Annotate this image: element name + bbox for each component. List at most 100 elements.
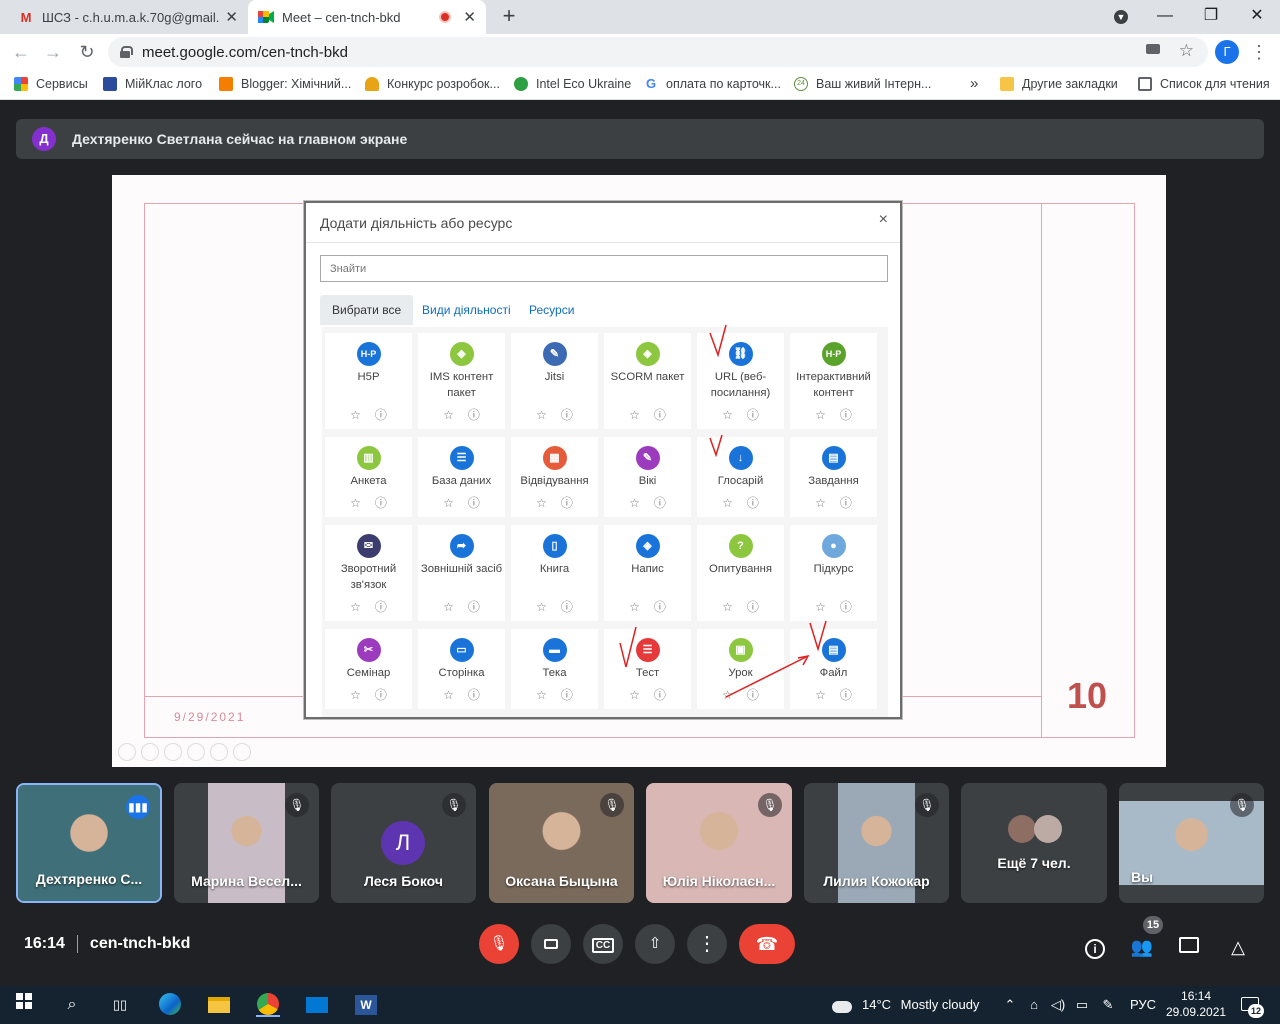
- word-icon[interactable]: W: [354, 993, 378, 1017]
- activity-card[interactable]: ▭ Сторінка ☆ⓘ: [418, 629, 505, 709]
- camera-toggle-button[interactable]: [531, 924, 571, 964]
- url-field[interactable]: meet.google.com/cen-tnch-bkd ☆: [108, 37, 1208, 67]
- activity-card[interactable]: ✉ Зворотний зв'язок ☆ⓘ: [325, 525, 412, 621]
- favourite-and-info-icons[interactable]: ☆ⓘ: [511, 599, 598, 615]
- activity-card[interactable]: ▯ Книга ☆ⓘ: [511, 525, 598, 621]
- windows-start-icon[interactable]: [12, 993, 36, 1017]
- favourite-and-info-icons[interactable]: ☆ⓘ: [325, 687, 412, 703]
- bookmarks-overflow-icon[interactable]: »: [970, 75, 978, 92]
- presentation-stage[interactable]: 9/29/2021 10 Додати діяльність або ресур…: [112, 175, 1166, 767]
- participant-tile[interactable]: 🎙 Юлія Ніколаєн...: [646, 783, 792, 903]
- activity-card[interactable]: H-P Інтерактивний контент ☆ⓘ: [790, 333, 877, 429]
- favourite-and-info-icons[interactable]: ☆ⓘ: [511, 495, 598, 511]
- other-bookmarks[interactable]: Другие закладки: [1000, 77, 1118, 91]
- self-view-tile[interactable]: 🎙 Вы: [1119, 783, 1264, 903]
- close-window-icon[interactable]: ✕: [1244, 4, 1270, 28]
- network-icon[interactable]: ▭: [1070, 993, 1094, 1017]
- favourite-and-info-icons[interactable]: ☆ⓘ: [697, 687, 784, 703]
- participant-tile[interactable]: Л 🎙 Леся Бокоч: [331, 783, 476, 903]
- tab-activities[interactable]: Види діяльності: [410, 295, 523, 325]
- reload-icon[interactable]: ↻: [76, 41, 98, 63]
- activity-card[interactable]: ✎ Jitsi ☆ⓘ: [511, 333, 598, 429]
- onedrive-icon[interactable]: ⌂: [1022, 993, 1046, 1017]
- favourite-and-info-icons[interactable]: ☆ⓘ: [604, 407, 691, 423]
- activity-card[interactable]: ▬ Тека ☆ⓘ: [511, 629, 598, 709]
- participant-tile[interactable]: ▮▮▮ Дехтяренко С...: [16, 783, 162, 903]
- prev-slide-icon[interactable]: [118, 743, 136, 761]
- menu-icon[interactable]: ⋮: [1248, 41, 1270, 63]
- tab-resources[interactable]: Ресурси: [517, 295, 586, 325]
- activity-card[interactable]: ☰ Тест ☆ⓘ: [604, 629, 691, 709]
- close-tab-icon[interactable]: ✕: [463, 8, 476, 26]
- favourite-and-info-icons[interactable]: ☆ⓘ: [325, 495, 412, 511]
- tab-search-icon[interactable]: ▼: [1108, 4, 1134, 28]
- edge-icon[interactable]: [158, 993, 182, 1017]
- leave-call-button[interactable]: ☎: [739, 924, 795, 964]
- people-icon[interactable]: 👥: [1130, 935, 1154, 959]
- meeting-info-icon[interactable]: i: [1083, 935, 1107, 959]
- bookmark-myclass[interactable]: МійКлас лого: [103, 77, 202, 91]
- favourite-and-info-icons[interactable]: ☆ⓘ: [790, 599, 877, 615]
- profile-avatar[interactable]: Г: [1215, 40, 1239, 64]
- tab-all[interactable]: Вибрати все: [320, 295, 414, 325]
- back-icon[interactable]: ←: [10, 41, 32, 63]
- activity-card[interactable]: ▥ Анкета ☆ⓘ: [325, 437, 412, 517]
- activity-card[interactable]: ⛓ URL (веб-посилання) ☆ⓘ: [697, 333, 784, 429]
- speaker-icon[interactable]: ◁): [1046, 993, 1070, 1017]
- new-tab-button[interactable]: +: [498, 5, 520, 28]
- close-tab-icon[interactable]: ✕: [225, 8, 238, 26]
- restore-icon[interactable]: ❐: [1198, 4, 1224, 28]
- activity-card[interactable]: ▤ Завдання ☆ⓘ: [790, 437, 877, 517]
- camera-icon[interactable]: [1146, 44, 1160, 54]
- activity-card[interactable]: ✎ Вікі ☆ⓘ: [604, 437, 691, 517]
- mic-toggle-button[interactable]: 🎙: [479, 924, 519, 964]
- activity-card[interactable]: ◈ Напис ☆ⓘ: [604, 525, 691, 621]
- favourite-and-info-icons[interactable]: ☆ⓘ: [697, 599, 784, 615]
- favourite-and-info-icons[interactable]: ☆ⓘ: [418, 687, 505, 703]
- activity-card[interactable]: ? Опитування ☆ⓘ: [697, 525, 784, 621]
- favourite-and-info-icons[interactable]: ☆ⓘ: [418, 407, 505, 423]
- present-button[interactable]: ⇧: [635, 924, 675, 964]
- participant-tile[interactable]: 🎙 Оксана Быцына: [489, 783, 634, 903]
- favourite-and-info-icons[interactable]: ☆ⓘ: [790, 407, 877, 423]
- slides-grid-icon[interactable]: [187, 743, 205, 761]
- bookmark-services[interactable]: Сервисы: [14, 77, 88, 91]
- participant-tile[interactable]: 🎙 Марина Весел...: [174, 783, 319, 903]
- weather-widget[interactable]: 14°C Mostly cloudy: [862, 997, 979, 1012]
- chat-icon[interactable]: [1177, 935, 1201, 959]
- favourite-and-info-icons[interactable]: ☆ⓘ: [604, 687, 691, 703]
- activity-card[interactable]: ☰ База даних ☆ⓘ: [418, 437, 505, 517]
- favourite-and-info-icons[interactable]: ☆ⓘ: [325, 407, 412, 423]
- favourite-and-info-icons[interactable]: ☆ⓘ: [604, 599, 691, 615]
- dialog-close-icon[interactable]: ×: [879, 211, 888, 229]
- activity-card[interactable]: ✂ Семінар ☆ⓘ: [325, 629, 412, 709]
- tab-gmail[interactable]: M ШСЗ - c.h.u.m.a.k.70g@gmail.com ✕: [8, 0, 248, 34]
- pen-icon[interactable]: [164, 743, 182, 761]
- chevron-up-icon[interactable]: ⌃: [998, 993, 1022, 1017]
- activity-card[interactable]: ▤ Файл ☆ⓘ: [790, 629, 877, 709]
- bookmark-contest[interactable]: Конкурс розробок...: [365, 77, 500, 91]
- zoom-icon[interactable]: [210, 743, 228, 761]
- bookmark-payment[interactable]: G оплата по карточк...: [644, 77, 781, 91]
- activity-card[interactable]: H-P H5P ☆ⓘ: [325, 333, 412, 429]
- favourite-and-info-icons[interactable]: ☆ⓘ: [511, 407, 598, 423]
- activity-card[interactable]: ◈ SCORM пакет ☆ⓘ: [604, 333, 691, 429]
- favourite-and-info-icons[interactable]: ☆ⓘ: [604, 495, 691, 511]
- favourite-and-info-icons[interactable]: ☆ⓘ: [511, 687, 598, 703]
- more-participants-tile[interactable]: Ещё 7 чел.: [961, 783, 1107, 903]
- bookmark-internet[interactable]: 24 Ваш живий Інтерн...: [794, 77, 931, 91]
- minimize-icon[interactable]: —: [1152, 4, 1178, 28]
- activities-icon[interactable]: △: [1226, 935, 1250, 959]
- language-indicator[interactable]: РУС: [1130, 997, 1156, 1012]
- search-icon[interactable]: ⌕: [60, 993, 84, 1017]
- more-options-button[interactable]: ⋮: [687, 924, 727, 964]
- bookmark-intel[interactable]: Intel Eco Ukraine: [514, 77, 631, 91]
- favourite-and-info-icons[interactable]: ☆ⓘ: [697, 407, 784, 423]
- activity-search-input[interactable]: [320, 255, 888, 282]
- forward-icon[interactable]: →: [42, 41, 64, 63]
- activity-card[interactable]: ▦ Відвідування ☆ⓘ: [511, 437, 598, 517]
- chrome-icon[interactable]: [256, 993, 280, 1017]
- favourite-and-info-icons[interactable]: ☆ⓘ: [697, 495, 784, 511]
- task-view-icon[interactable]: ▯▯: [108, 993, 132, 1017]
- reading-list[interactable]: Список для чтения: [1138, 77, 1270, 91]
